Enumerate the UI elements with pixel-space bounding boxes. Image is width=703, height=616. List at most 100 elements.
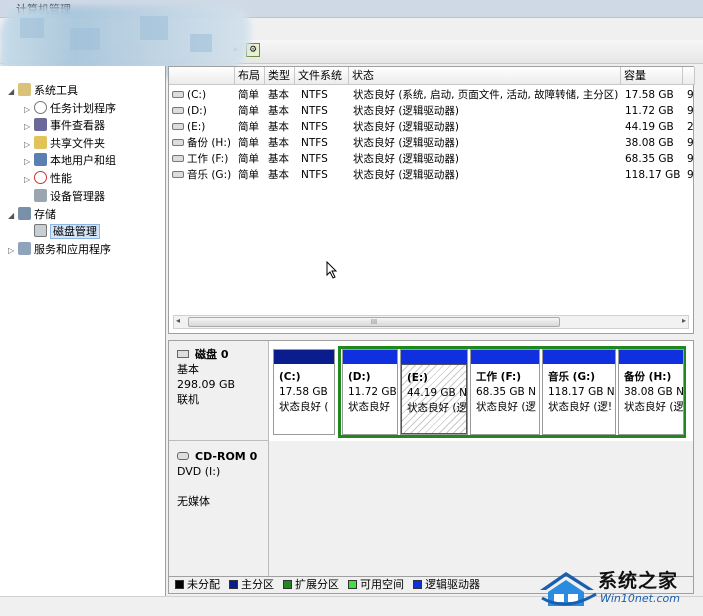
partition-body: 备份 (H:) 38.08 GB N 状态良好 (逻 (619, 364, 683, 415)
disk-type: 基本 (177, 363, 199, 376)
volume-label: (D:) (187, 105, 207, 117)
volume-name: (D:) (172, 103, 235, 119)
clock-icon (34, 100, 47, 114)
partition-status: 状态良好 (348, 401, 390, 413)
cdrom-area (269, 441, 693, 577)
tree-item-label: 任务计划程序 (50, 101, 116, 115)
expand-arrow-icon[interactable]: ▷ (24, 136, 34, 153)
column-header-capacity[interactable]: 容量 (621, 67, 683, 85)
tree-item[interactable]: ▷ 共享文件夹 (24, 135, 105, 152)
horizontal-scrollbar[interactable]: ◂ III ▸ (173, 315, 689, 329)
volume-extra: 9 (687, 137, 694, 149)
cdrom-name: CD-ROM 0 (195, 450, 258, 463)
expand-arrow-icon[interactable]: ▷ (24, 171, 34, 188)
volume-type: 基本 (268, 153, 289, 165)
partition-5[interactable]: 备份 (H:) 38.08 GB N 状态良好 (逻 (618, 349, 684, 435)
tree-item[interactable]: ◢ 存储 (8, 206, 56, 223)
volume-status: 状态良好 (逻辑驱动器) (353, 137, 460, 149)
volume-capacity: 38.08 GB (625, 137, 674, 149)
tree-item[interactable]: 磁盘管理 (24, 223, 100, 240)
disk-0-label[interactable]: 磁盘 0 基本 298.09 GB 联机 (169, 341, 269, 441)
cdrom-0-label[interactable]: CD-ROM 0 DVD (I:) 无媒体 (169, 441, 269, 577)
blurred-region (190, 34, 212, 52)
expand-arrow-icon[interactable]: ▷ (24, 153, 34, 170)
partition-body: (D:) 11.72 GB 状态良好 (343, 364, 397, 415)
legend-label: 主分区 (241, 578, 274, 591)
volume-name: (E:) (172, 119, 235, 135)
volume-capacity: 118.17 GB (625, 169, 681, 181)
watermark-url: Win10net.com (600, 592, 680, 605)
scroll-right-icon[interactable]: ▸ (682, 316, 686, 325)
partition-name: 音乐 (G:) (548, 371, 596, 383)
collapse-arrow-icon[interactable]: ◢ (8, 207, 18, 224)
legend-label: 可用空间 (360, 578, 404, 591)
performance-icon (34, 171, 47, 184)
volume-extra: 2 (687, 121, 694, 133)
expand-arrow-icon[interactable]: ▷ (24, 101, 34, 118)
volume-layout: 简单 (238, 169, 259, 181)
partition-name: (E:) (407, 372, 428, 384)
tree-item[interactable]: ▷ 性能 (24, 170, 72, 187)
partition-1[interactable]: (D:) 11.72 GB 状态良好 (342, 349, 398, 435)
tree-item-label: 事件查看器 (50, 119, 105, 133)
volume-icon (172, 155, 184, 162)
volume-extra: 9 (687, 169, 694, 181)
volume-capacity: 11.72 GB (625, 105, 674, 117)
tools-icon (18, 83, 31, 96)
expand-arrow-icon[interactable]: ▷ (8, 242, 18, 259)
volume-extra: 9 (687, 89, 694, 101)
volume-label: 备份 (H:) (187, 137, 231, 149)
partition-type-bar (274, 350, 334, 364)
volume-name: 备份 (H:) (172, 135, 235, 151)
volume-filesystem: NTFS (301, 89, 328, 101)
partition-4[interactable]: 音乐 (G:) 118.17 GB N 状态良好 (逻! (542, 349, 616, 435)
legend-swatch (175, 580, 184, 589)
volume-name: 工作 (F:) (172, 151, 235, 167)
legend-label: 扩展分区 (295, 578, 339, 591)
volume-name: (C:) (172, 87, 235, 103)
tree-item[interactable]: ◢ 系统工具 (8, 82, 78, 99)
house-logo-icon (540, 572, 597, 606)
scroll-left-icon[interactable]: ◂ (176, 316, 180, 325)
volume-label: 工作 (F:) (187, 153, 229, 165)
partition-type-bar (471, 350, 539, 364)
partition-2[interactable]: (E:) 44.19 GB N 状态良好 (逻 (400, 349, 468, 435)
column-header-extra[interactable] (683, 67, 695, 85)
collapse-arrow-icon[interactable]: ◢ (8, 83, 18, 100)
partition-0[interactable]: (C:) 17.58 GB 状态良好 ( (273, 349, 335, 435)
volume-icon (172, 107, 184, 114)
navigation-tree: ◢ 系统工具 ▷ 任务计划程序 ▷ 事件查看器 ▷ 共享文件夹 ▷ 本地用户和组 ▷ 性能 设备管理器 ◢… (0, 66, 166, 596)
partition-size: 44.19 GB N (407, 387, 467, 399)
tree-item[interactable]: ▷ 服务和应用程序 (8, 241, 111, 258)
expand-arrow-icon[interactable]: ▷ (24, 118, 34, 135)
partition-3[interactable]: 工作 (F:) 68.35 GB N 状态良好 (逻 (470, 349, 540, 435)
volume-capacity: 17.58 GB (625, 89, 674, 101)
tree-item[interactable]: ▷ 任务计划程序 (24, 100, 116, 117)
column-header-layout[interactable]: 布局 (235, 67, 265, 85)
legend-item: 可用空间 (348, 578, 404, 591)
watermark: 系统之家 Win10net.com (536, 562, 703, 616)
volume-status: 状态良好 (逻辑驱动器) (353, 105, 460, 117)
device-manager-icon (34, 188, 47, 202)
legend-label: 未分配 (187, 578, 220, 591)
volume-type: 基本 (268, 89, 289, 101)
cdrom-icon (177, 452, 189, 460)
volume-filesystem: NTFS (301, 153, 328, 165)
column-header-type[interactable]: 类型 (265, 67, 295, 85)
tree-item[interactable]: ▷ 事件查看器 (24, 117, 105, 134)
column-header-volume[interactable] (169, 67, 235, 85)
partition-size: 17.58 GB (279, 386, 328, 398)
column-header-status[interactable]: 状态 (349, 67, 621, 85)
volume-icon (172, 91, 184, 98)
tree-item[interactable]: ▷ 本地用户和组 (24, 152, 116, 169)
tree-item-label: 性能 (50, 172, 72, 185)
column-header-filesystem[interactable]: 文件系统 (295, 67, 349, 85)
volume-status: 状态良好 (逻辑驱动器) (353, 121, 460, 133)
disk-size: 298.09 GB (177, 378, 236, 391)
volume-label: (C:) (187, 89, 207, 101)
legend-swatch (229, 580, 238, 589)
partition-type-bar (619, 350, 683, 364)
tree-item[interactable]: 设备管理器 (24, 188, 105, 205)
scrollbar-thumb[interactable]: III (188, 317, 560, 327)
partition-type-bar (343, 350, 397, 364)
